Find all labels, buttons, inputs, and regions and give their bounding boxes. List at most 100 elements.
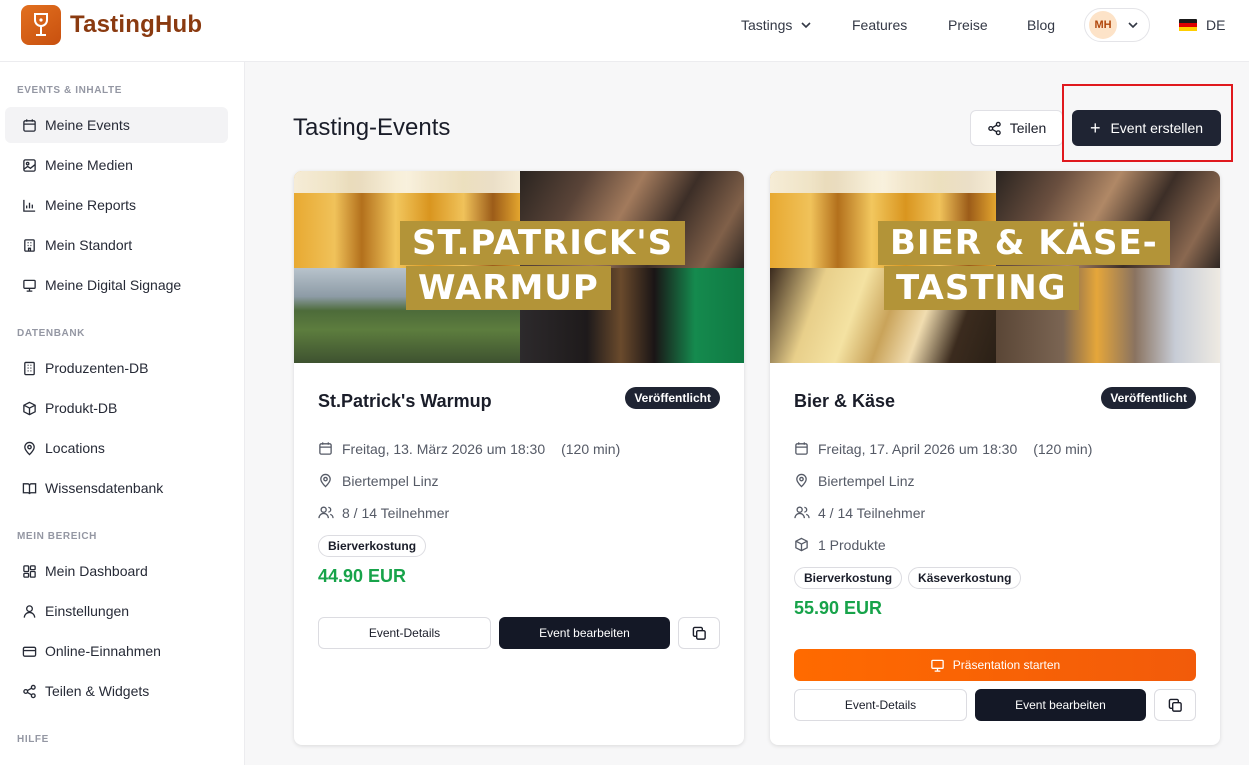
edit-event-button[interactable]: Event bearbeiten <box>499 617 670 649</box>
event-tags: Bierverkostung <box>318 535 427 557</box>
calendar-icon <box>794 441 810 457</box>
event-date: Freitag, 13. März 2026 um 18:30 <box>342 441 546 457</box>
event-price: 55.90 EUR <box>794 598 883 618</box>
pin-icon <box>21 440 37 456</box>
monitor-icon <box>21 277 37 293</box>
event-tags: Bierverkostung Käseverkostung <box>794 567 1022 589</box>
sidebar-section-mein-bereich: MEIN BEREICH <box>17 531 97 542</box>
event-products: 1 Produkte <box>818 537 886 553</box>
sidebar-item-wissensdatenbank[interactable]: Wissensdatenbank <box>5 470 228 506</box>
event-card: ST.PATRICK'S WARMUP St.Patrick's Warmup … <box>294 171 744 745</box>
sidebar-item-label: Teilen & Widgets <box>45 683 150 699</box>
create-event-button[interactable]: + Event erstellen <box>1072 110 1221 146</box>
flag-de-icon <box>1179 18 1197 32</box>
chevron-down-icon <box>1128 22 1138 29</box>
language-switcher[interactable]: DE <box>1179 17 1225 33</box>
nav-tastings-label: Tastings <box>741 17 793 33</box>
sidebar-item-meine-events[interactable]: Meine Events <box>5 107 228 143</box>
bar-chart-icon <box>21 197 37 213</box>
presentation-icon <box>931 659 944 672</box>
event-details-button[interactable]: Event-Details <box>318 617 491 649</box>
event-participants-row: 8 / 14 Teilnehmer <box>318 505 449 521</box>
calendar-icon <box>318 441 334 457</box>
user-menu[interactable]: MH <box>1084 8 1150 42</box>
share-icon <box>21 683 37 699</box>
sidebar: EVENTS & INHALTE Meine Events Meine Medi… <box>0 62 245 765</box>
sidebar-item-meine-reports[interactable]: Meine Reports <box>5 187 228 223</box>
sidebar-item-mein-standort[interactable]: Mein Standort <box>5 227 228 263</box>
banner-title-line2: TASTING <box>884 266 1079 310</box>
event-details-button[interactable]: Event-Details <box>794 689 967 721</box>
image-icon <box>21 157 37 173</box>
sidebar-item-produkt-db[interactable]: Produkt-DB <box>5 390 228 426</box>
credit-card-icon <box>21 643 37 659</box>
app-logo[interactable]: TastingHub <box>21 5 202 45</box>
nav-preise[interactable]: Preise <box>948 17 988 33</box>
tag-chip: Bierverkostung <box>318 535 427 557</box>
event-duration: (120 min) <box>561 441 621 457</box>
sidebar-item-label: Locations <box>45 440 105 456</box>
event-duration: (120 min) <box>1033 441 1093 457</box>
status-badge: Veröffentlicht <box>1101 387 1196 409</box>
sidebar-section-events: EVENTS & INHALTE <box>17 85 122 96</box>
office-icon <box>21 360 37 376</box>
start-presentation-button[interactable]: Präsentation starten <box>794 649 1196 681</box>
edit-event-button[interactable]: Event bearbeiten <box>975 689 1146 721</box>
sidebar-item-label: Einstellungen <box>45 603 130 619</box>
nav-features[interactable]: Features <box>852 17 907 33</box>
share-icon <box>987 121 1001 135</box>
banner-title-line1: BIER & KÄSE- <box>878 221 1170 265</box>
copy-icon <box>692 626 706 640</box>
sidebar-section-datenbank: DATENBANK <box>17 328 85 339</box>
sidebar-item-produzenten-db[interactable]: Produzenten-DB <box>5 350 228 386</box>
event-title: St.Patrick's Warmup <box>318 391 492 411</box>
event-location-row: Biertempel Linz <box>318 473 439 489</box>
event-banner-image: BIER & KÄSE- TASTING <box>770 171 1220 363</box>
page-title: Tasting-Events <box>293 114 451 141</box>
nav-tastings[interactable]: Tastings <box>741 17 812 33</box>
share-button[interactable]: Teilen <box>970 110 1063 146</box>
sidebar-item-digital-signage[interactable]: Meine Digital Signage <box>5 267 228 303</box>
sidebar-item-label: Mein Standort <box>45 237 133 253</box>
sidebar-item-mein-dashboard[interactable]: Mein Dashboard <box>5 553 228 589</box>
event-location-row: Biertempel Linz <box>794 473 915 489</box>
event-banner-image: ST.PATRICK'S WARMUP <box>294 171 744 363</box>
app-name: TastingHub <box>70 11 203 38</box>
tag-chip: Bierverkostung <box>794 567 903 589</box>
event-card: BIER & KÄSE- TASTING Bier & Käse Veröffe… <box>770 171 1220 745</box>
sidebar-item-locations[interactable]: Locations <box>5 430 228 466</box>
sidebar-item-label: Mein Dashboard <box>45 563 148 579</box>
sidebar-item-online-einnahmen[interactable]: Online-Einnahmen <box>5 633 228 669</box>
status-badge: Veröffentlicht <box>625 387 720 409</box>
sidebar-item-meine-medien[interactable]: Meine Medien <box>5 147 228 183</box>
share-button-label: Teilen <box>1009 120 1047 136</box>
pin-icon <box>318 473 334 489</box>
nav-blog[interactable]: Blog <box>1027 17 1055 33</box>
sidebar-item-label: Meine Reports <box>45 197 137 213</box>
event-date-row: Freitag, 13. März 2026 um 18:30 (120 min… <box>318 441 620 457</box>
event-price: 44.90 EUR <box>318 566 407 586</box>
event-date-row: Freitag, 17. April 2026 um 18:30 (120 mi… <box>794 441 1092 457</box>
sidebar-item-label: Meine Medien <box>45 157 133 173</box>
package-icon <box>21 400 37 416</box>
sidebar-item-teilen-widgets[interactable]: Teilen & Widgets <box>5 673 228 709</box>
sidebar-item-label: Produkt-DB <box>45 400 118 416</box>
duplicate-event-button[interactable] <box>678 617 720 649</box>
sidebar-item-label: Meine Events <box>45 117 130 133</box>
create-event-label: Event erstellen <box>1110 120 1204 136</box>
language-label: DE <box>1206 17 1226 33</box>
tag-chip: Käseverkostung <box>908 567 1022 589</box>
sidebar-item-einstellungen[interactable]: Einstellungen <box>5 593 228 629</box>
avatar: MH <box>1089 11 1117 39</box>
pin-icon <box>794 473 810 489</box>
event-participants-row: 4 / 14 Teilnehmer <box>794 505 925 521</box>
sidebar-item-label: Online-Einnahmen <box>45 643 161 659</box>
banner-title-line2: WARMUP <box>406 266 611 310</box>
event-actions: Event-Details Event bearbeiten <box>794 689 1196 721</box>
event-title: Bier & Käse <box>794 391 896 411</box>
top-bar: TastingHub Tastings Features Preise Blog… <box>0 0 1249 62</box>
duplicate-event-button[interactable] <box>1154 689 1196 721</box>
event-location: Biertempel Linz <box>342 473 439 489</box>
sidebar-item-label: Meine Digital Signage <box>45 277 182 293</box>
book-icon <box>21 480 37 496</box>
